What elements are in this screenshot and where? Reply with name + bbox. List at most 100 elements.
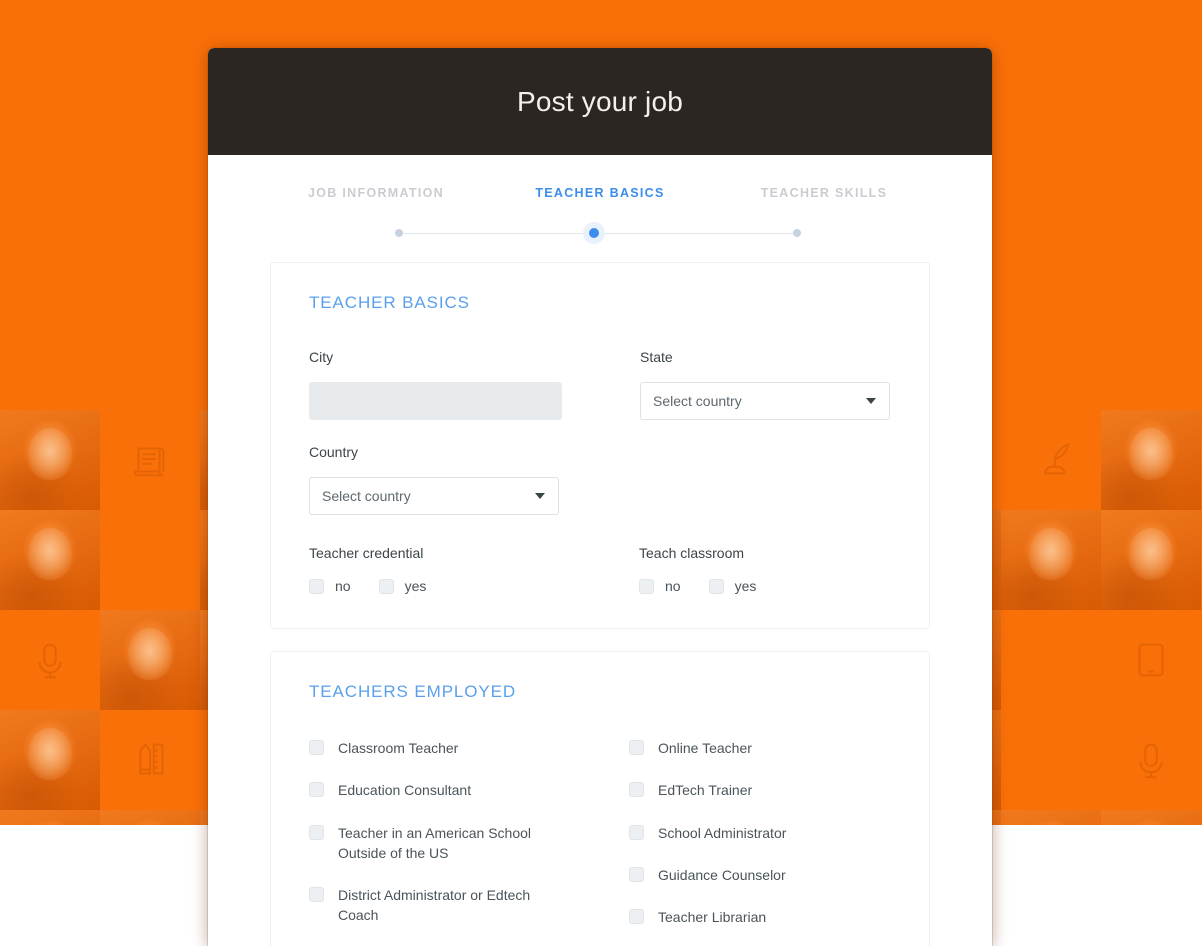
employed-option-teacher-american-school-outside-us[interactable]: Teacher in an American School Outside of…: [309, 823, 571, 864]
checkbox-icon[interactable]: [639, 578, 654, 594]
checkbox-icon[interactable]: [309, 887, 324, 903]
teachers-employed-left-column: Classroom Teacher Education Consultant T…: [309, 738, 571, 946]
mosaic-photo-tile: [0, 510, 101, 610]
mosaic-microphone-icon: [0, 610, 101, 710]
city-input[interactable]: [309, 382, 562, 420]
mosaic-plain-tile: [100, 510, 201, 610]
mosaic-quill-icon: [1000, 410, 1102, 510]
checkbox-icon[interactable]: [309, 782, 324, 798]
checkbox-icon[interactable]: [629, 909, 644, 925]
checkbox-label: School Administrator: [658, 824, 787, 841]
mosaic-photo-tile: [100, 610, 201, 710]
employed-option-school-administrator[interactable]: School Administrator: [629, 823, 891, 843]
checkbox-label: Online Teacher: [658, 740, 752, 756]
step-job-information[interactable]: JOB INFORMATION: [264, 186, 488, 200]
checkbox-icon[interactable]: [629, 866, 644, 882]
state-select-value: Select country: [653, 393, 742, 409]
checkbox-label: EdTech Trainer: [658, 782, 753, 799]
checkbox-label: Education Consultant: [338, 782, 472, 799]
teacher-basics-card: TEACHER BASICS City State Select country: [270, 262, 930, 629]
checkbox-label: Teacher Librarian: [658, 909, 767, 926]
checkbox-icon[interactable]: [309, 740, 324, 755]
employed-option-edtech-trainer[interactable]: EdTech Trainer: [629, 780, 891, 800]
checkbox-icon[interactable]: [378, 578, 394, 594]
teacher-credential-label: Teacher credential: [309, 545, 424, 561]
mosaic-plain-tile: [1000, 710, 1102, 810]
checkbox-icon[interactable]: [629, 740, 644, 755]
country-select-value: Select country: [322, 488, 411, 504]
mosaic-photo-tile: [1000, 510, 1102, 610]
mosaic-photo-tile: [0, 710, 101, 810]
mosaic-tablet-icon: [1101, 610, 1202, 710]
country-field-spacer: [639, 444, 891, 515]
stepper-line-segment: [601, 233, 801, 234]
employed-option-education-consultant[interactable]: Education Consultant: [309, 780, 571, 800]
checkbox-label: Guidance Counselor: [658, 866, 786, 883]
checkbox-label: District Administrator or Edtech Coach: [338, 887, 531, 924]
modal-header: Post your job: [208, 48, 992, 155]
page-root: Vt Post your job JOB INFORMATION TEACHER…: [0, 0, 1202, 946]
checkbox-icon[interactable]: [309, 578, 324, 594]
mosaic-scroll-icon: [100, 410, 201, 510]
employed-option-district-administrator-edtech-coach[interactable]: District Administrator or Edtech Coach: [309, 885, 571, 926]
teach-classroom-label: Teach classroom: [639, 545, 745, 561]
stepper-dot-3[interactable]: [793, 229, 801, 237]
mosaic-photo-tile: [1101, 410, 1202, 510]
checkbox-label: no: [335, 578, 351, 594]
modal-body: JOB INFORMATION TEACHER BASICS TEACHER S…: [208, 155, 992, 946]
step-label: TEACHER SKILLS: [760, 186, 888, 200]
stepper-dot-2-active[interactable]: [583, 222, 605, 244]
mosaic-pencil-ruler-icon: [100, 710, 201, 810]
post-job-modal: Post your job JOB INFORMATION TEACHER BA…: [208, 48, 992, 946]
stepper-labels: JOB INFORMATION TEACHER BASICS TEACHER S…: [208, 155, 992, 200]
teacher-credential-field: Teacher credential no yes: [309, 545, 561, 594]
modal-title: Post your job: [516, 85, 684, 117]
checkbox-icon[interactable]: [629, 782, 644, 798]
checkbox-label: yes: [404, 578, 427, 594]
state-select[interactable]: Select country: [640, 382, 890, 420]
mosaic-photo-tile: [1101, 510, 1202, 610]
country-select[interactable]: Select country: [309, 477, 559, 515]
employed-option-online-teacher[interactable]: Online Teacher: [629, 738, 891, 758]
checkbox-icon[interactable]: [708, 578, 724, 594]
step-label: JOB INFORMATION: [308, 186, 444, 200]
checkbox-label: Classroom Teacher: [338, 740, 459, 756]
teacher-credential-yes[interactable]: yes: [378, 578, 427, 594]
checkbox-icon[interactable]: [629, 824, 644, 840]
checkbox-label: yes: [734, 578, 757, 594]
teachers-employed-title: TEACHERS EMPLOYED: [309, 682, 517, 701]
stepper-track: [208, 222, 992, 244]
stepper-line-segment: [401, 233, 601, 234]
city-label: City: [309, 349, 334, 365]
country-label: Country: [309, 444, 359, 460]
teach-classroom-no[interactable]: no: [639, 578, 681, 594]
city-field: City: [309, 349, 562, 420]
step-teacher-basics[interactable]: TEACHER BASICS: [488, 186, 712, 200]
stepper-dot-1[interactable]: [395, 229, 403, 237]
mosaic-photo-tile: [100, 810, 201, 825]
teacher-credential-no[interactable]: no: [309, 578, 351, 594]
teachers-employed-card: TEACHERS EMPLOYED Classroom Teacher Educ…: [270, 651, 930, 946]
employed-option-guidance-counselor[interactable]: Guidance Counselor: [629, 865, 891, 885]
step-label: TEACHER BASICS: [535, 186, 665, 200]
employed-option-teacher-librarian[interactable]: Teacher Librarian: [629, 907, 891, 927]
teacher-basics-title: TEACHER BASICS: [309, 293, 470, 312]
teach-classroom-field: Teach classroom no yes: [639, 545, 891, 594]
checkbox-label: Teacher in an American School Outside of…: [338, 824, 531, 861]
country-field: Country Select country: [309, 444, 561, 515]
chevron-down-icon: [866, 398, 876, 404]
teach-classroom-yes[interactable]: yes: [708, 578, 757, 594]
mosaic-photo-tile: [0, 810, 101, 825]
checkbox-label: no: [665, 578, 681, 594]
mosaic-plain-tile: [1000, 610, 1102, 710]
mosaic-photo-tile: [1101, 810, 1202, 825]
chevron-down-icon: [535, 493, 545, 499]
step-teacher-skills[interactable]: TEACHER SKILLS: [712, 186, 936, 200]
employed-option-classroom-teacher[interactable]: Classroom Teacher: [309, 738, 571, 758]
mosaic-microphone-icon: [1101, 710, 1202, 810]
state-label: State: [640, 349, 673, 365]
checkbox-icon[interactable]: [309, 824, 324, 840]
state-field: State Select country: [640, 349, 891, 420]
mosaic-photo-tile: [0, 410, 101, 510]
teachers-employed-right-column: Online Teacher EdTech Trainer School Adm…: [629, 738, 891, 946]
